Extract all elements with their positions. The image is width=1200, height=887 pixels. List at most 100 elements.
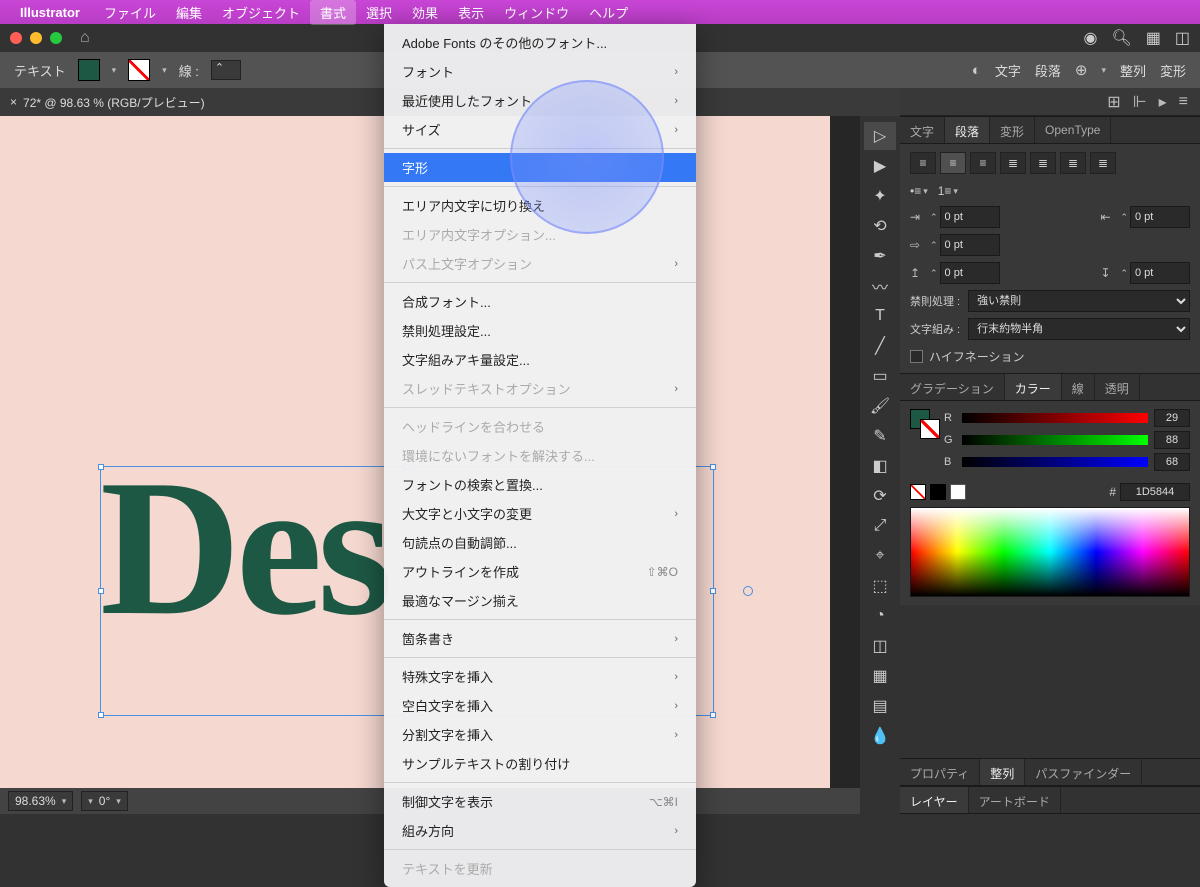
b-slider[interactable] bbox=[962, 457, 1148, 467]
mojikumi-select[interactable]: 行末約物半角 bbox=[968, 318, 1190, 340]
scale-tool[interactable]: ⤢ bbox=[864, 512, 896, 540]
panel-tab-gradient[interactable]: グラデーション bbox=[900, 374, 1005, 400]
type-tool[interactable]: T bbox=[864, 302, 896, 330]
panel-tab-transform[interactable]: 変形 bbox=[990, 117, 1035, 143]
panel-tab-align[interactable]: 整列 bbox=[980, 759, 1025, 785]
selection-tool[interactable]: ▷ bbox=[864, 122, 896, 150]
g-input[interactable] bbox=[1154, 431, 1190, 449]
panel-tab-layers[interactable]: レイヤー bbox=[900, 787, 969, 813]
dd-show-hidden-chars[interactable]: 制御文字を表示⌥⌘I bbox=[384, 787, 696, 816]
dd-glyphs[interactable]: 字形 bbox=[384, 153, 696, 182]
globe-icon[interactable]: ⊕ bbox=[1075, 61, 1088, 79]
panel-tab-properties[interactable]: プロパティ bbox=[900, 759, 980, 785]
dd-insert-break[interactable]: 分割文字を挿入› bbox=[384, 720, 696, 749]
eraser-tool[interactable]: ◧ bbox=[864, 452, 896, 480]
app-name[interactable]: Illustrator bbox=[20, 5, 80, 20]
bullet-list-button[interactable]: •≡ ▾ bbox=[910, 184, 928, 198]
curvature-tool[interactable]: 〰 bbox=[864, 272, 896, 300]
doc-close-icon[interactable]: × bbox=[10, 95, 17, 109]
black-swatch[interactable] bbox=[930, 484, 946, 500]
mesh-tool[interactable]: ▦ bbox=[864, 662, 896, 690]
dd-text-orientation[interactable]: 組み方向› bbox=[384, 816, 696, 845]
dd-composite-fonts[interactable]: 合成フォント... bbox=[384, 287, 696, 316]
pen-tool[interactable]: ✒ bbox=[864, 242, 896, 270]
tab-transform[interactable]: 変形 bbox=[1160, 61, 1186, 80]
panel-menu-icon[interactable]: ⊞ bbox=[1107, 92, 1120, 112]
none-swatch[interactable] bbox=[910, 484, 926, 500]
justify-all-button[interactable]: ≣ bbox=[1090, 152, 1116, 174]
first-line-indent-input[interactable] bbox=[940, 234, 1000, 256]
user-icon[interactable]: ◉ bbox=[1083, 28, 1097, 48]
direct-selection-tool[interactable]: ▶ bbox=[864, 152, 896, 180]
dd-mojikumi-settings[interactable]: 文字組みアキ量設定... bbox=[384, 345, 696, 374]
panel-tab-pathfinder[interactable]: パスファインダー bbox=[1025, 759, 1142, 785]
paintbrush-tool[interactable]: 🖌 bbox=[864, 392, 896, 420]
dd-adobe-fonts[interactable]: Adobe Fonts のその他のフォント... bbox=[384, 28, 696, 57]
menu-window[interactable]: ウィンドウ bbox=[494, 0, 579, 25]
menu-select[interactable]: 選択 bbox=[356, 0, 402, 25]
width-tool[interactable]: ⌖ bbox=[864, 542, 896, 570]
dd-create-outlines[interactable]: アウトラインを作成⇧⌘O bbox=[384, 557, 696, 586]
text-out-port-icon[interactable] bbox=[743, 586, 753, 596]
menu-file[interactable]: ファイル bbox=[94, 0, 166, 25]
dd-font[interactable]: フォント› bbox=[384, 57, 696, 86]
color-spectrum[interactable] bbox=[910, 507, 1190, 597]
stroke-dropdown-icon[interactable]: ▾ bbox=[162, 65, 167, 76]
free-transform-tool[interactable]: ⬚ bbox=[864, 572, 896, 600]
r-input[interactable] bbox=[1154, 409, 1190, 427]
tab-paragraph[interactable]: 段落 bbox=[1035, 61, 1061, 80]
dd-optical-margin[interactable]: 最適なマージン揃え bbox=[384, 586, 696, 615]
window-close-button[interactable] bbox=[10, 32, 22, 44]
panel-ruler-icon[interactable]: ⊩ bbox=[1133, 92, 1147, 112]
panel-tab-artboards[interactable]: アートボード bbox=[969, 787, 1061, 813]
window-maximize-button[interactable] bbox=[50, 32, 62, 44]
lasso-tool[interactable]: ⟲ bbox=[864, 212, 896, 240]
menu-type[interactable]: 書式 bbox=[310, 0, 356, 25]
perspective-tool[interactable]: ◫ bbox=[864, 632, 896, 660]
window-minimize-button[interactable] bbox=[30, 32, 42, 44]
dd-kinsoku-settings[interactable]: 禁則処理設定... bbox=[384, 316, 696, 345]
hex-input[interactable] bbox=[1120, 483, 1190, 501]
fill-dropdown-icon[interactable]: ▾ bbox=[112, 65, 117, 76]
search-icon[interactable]: 🔍︎ bbox=[1111, 28, 1131, 48]
doc-tab-label[interactable]: 72* @ 98.63 % (RGB/プレビュー) bbox=[23, 94, 205, 111]
menu-view[interactable]: 表示 bbox=[448, 0, 494, 25]
fill-stroke-indicator[interactable] bbox=[910, 409, 940, 439]
dd-bullets[interactable]: 箇条書き› bbox=[384, 624, 696, 653]
panel-caret-icon[interactable]: ▸ bbox=[1159, 92, 1167, 112]
kinsoku-select[interactable]: 強い禁則 bbox=[968, 290, 1190, 312]
panel-tab-paragraph[interactable]: 段落 bbox=[945, 117, 990, 143]
panel-tab-opentype[interactable]: OpenType bbox=[1035, 117, 1111, 143]
eyedropper-tool[interactable]: 💧 bbox=[864, 722, 896, 750]
globe-dropdown-icon[interactable]: ▾ bbox=[1101, 65, 1106, 76]
dd-recent-fonts[interactable]: 最近使用したフォント› bbox=[384, 86, 696, 115]
g-slider[interactable] bbox=[962, 435, 1148, 445]
dd-insert-whitespace[interactable]: 空白文字を挿入› bbox=[384, 691, 696, 720]
justify-right-button[interactable]: ≣ bbox=[1060, 152, 1086, 174]
panel-tab-character[interactable]: 文字 bbox=[900, 117, 945, 143]
dd-smart-punctuation[interactable]: 句読点の自動調節... bbox=[384, 528, 696, 557]
opacity-icon[interactable]: ◐ bbox=[972, 62, 981, 79]
workspace-icon[interactable]: ▦ bbox=[1146, 28, 1161, 48]
dd-size[interactable]: サイズ› bbox=[384, 115, 696, 144]
dd-find-replace-font[interactable]: フォントの検索と置換... bbox=[384, 470, 696, 499]
fill-swatch[interactable] bbox=[78, 59, 100, 81]
dd-change-case[interactable]: 大文字と小文字の変更› bbox=[384, 499, 696, 528]
dd-area-type-convert[interactable]: エリア内文字に切り換え bbox=[384, 191, 696, 220]
r-slider[interactable] bbox=[962, 413, 1148, 423]
menu-effect[interactable]: 効果 bbox=[402, 0, 448, 25]
rectangle-tool[interactable]: ▭ bbox=[864, 362, 896, 390]
home-icon[interactable]: ⌂ bbox=[80, 29, 90, 47]
justify-center-button[interactable]: ≣ bbox=[1030, 152, 1056, 174]
indent-left-input[interactable] bbox=[940, 206, 1000, 228]
rotation-field[interactable]: ▾0°▾ bbox=[81, 791, 128, 811]
dd-placeholder-text[interactable]: サンプルテキストの割り付け bbox=[384, 749, 696, 778]
align-center-button[interactable]: ≡ bbox=[940, 152, 966, 174]
gradient-tool[interactable]: ▤ bbox=[864, 692, 896, 720]
tab-character[interactable]: 文字 bbox=[995, 61, 1021, 80]
line-tool[interactable]: ╱ bbox=[864, 332, 896, 360]
menu-help[interactable]: ヘルプ bbox=[579, 0, 638, 25]
white-swatch[interactable] bbox=[950, 484, 966, 500]
space-after-input[interactable] bbox=[1130, 262, 1190, 284]
align-right-button[interactable]: ≡ bbox=[970, 152, 996, 174]
